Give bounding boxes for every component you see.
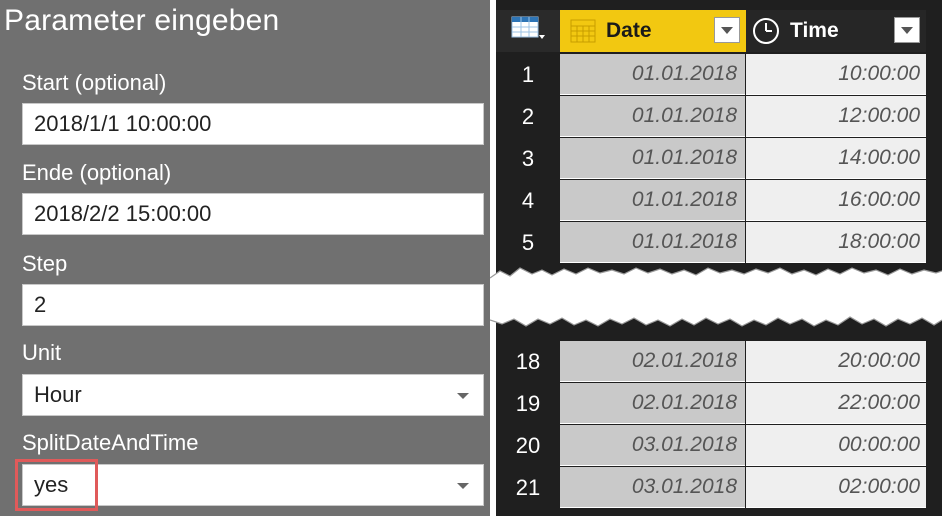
split-value: yes: [34, 472, 69, 497]
column-header-date[interactable]: Date: [560, 10, 746, 52]
time-cell[interactable]: 16:00:00: [746, 180, 926, 221]
filter-dropdown-button[interactable]: [714, 17, 740, 43]
date-cell[interactable]: 01.01.2018: [560, 222, 745, 263]
time-cell[interactable]: 22:00:00: [746, 383, 926, 424]
start-value: 2018/1/1 10:00:00: [34, 111, 212, 136]
row-number: 19: [496, 383, 560, 425]
unit-label: Unit: [22, 340, 62, 365]
split-select[interactable]: yes: [22, 464, 484, 506]
end-input[interactable]: 2018/2/2 15:00:00: [22, 193, 484, 235]
time-cell[interactable]: 18:00:00: [746, 222, 926, 263]
table-menu-button[interactable]: [496, 10, 560, 52]
date-cell[interactable]: 03.01.2018: [560, 425, 745, 466]
column-header-time[interactable]: Time: [746, 10, 926, 52]
row-number: 2: [496, 96, 560, 138]
time-cell[interactable]: 02:00:00: [746, 467, 926, 508]
data-grid: Date Time 1 01.01.2018 10:00:00 2 01.01.…: [496, 0, 942, 516]
date-cell[interactable]: 01.01.2018: [560, 180, 745, 221]
time-cell[interactable]: 20:00:00: [746, 341, 926, 382]
step-input[interactable]: 2: [22, 284, 484, 326]
calendar-icon: [570, 19, 596, 43]
column-title-date: Date: [606, 19, 652, 42]
chevron-down-icon[interactable]: [457, 483, 469, 489]
row-number: 5: [496, 222, 560, 264]
date-cell[interactable]: 02.01.2018: [560, 383, 745, 424]
time-cell[interactable]: 14:00:00: [746, 138, 926, 179]
time-cell[interactable]: 00:00:00: [746, 425, 926, 466]
table-row[interactable]: 21 03.01.2018 02:00:00: [496, 467, 942, 509]
chevron-down-icon: [901, 26, 913, 34]
table-row[interactable]: 4 01.01.2018 16:00:00: [496, 180, 942, 222]
split-label: SplitDateAndTime: [22, 430, 199, 455]
date-cell[interactable]: 01.01.2018: [560, 96, 745, 137]
row-number: 20: [496, 425, 560, 467]
table-row[interactable]: 1 01.01.2018 10:00:00: [496, 54, 942, 96]
row-number: 1: [496, 54, 560, 96]
time-cell[interactable]: 10:00:00: [746, 54, 926, 95]
date-cell[interactable]: 02.01.2018: [560, 341, 745, 382]
parameter-dialog: Parameter eingeben Start (optional) 2018…: [0, 0, 490, 516]
unit-value: Hour: [34, 382, 82, 407]
date-cell[interactable]: 01.01.2018: [560, 54, 745, 95]
date-cell[interactable]: 03.01.2018: [560, 467, 745, 508]
time-cell[interactable]: 12:00:00: [746, 96, 926, 137]
clock-icon: [752, 17, 780, 45]
table-row[interactable]: 3 01.01.2018 14:00:00: [496, 138, 942, 180]
table-row[interactable]: 2 01.01.2018 12:00:00: [496, 96, 942, 138]
row-number: 3: [496, 138, 560, 180]
table-row[interactable]: 19 02.01.2018 22:00:00: [496, 383, 942, 425]
table-icon: [511, 15, 545, 47]
step-label: Step: [22, 251, 68, 276]
end-label: Ende (optional): [22, 160, 172, 185]
row-number: 4: [496, 180, 560, 222]
grid-bottom-edge: [496, 509, 942, 516]
chevron-down-icon[interactable]: [457, 393, 469, 399]
start-label: Start (optional): [22, 70, 167, 95]
end-value: 2018/2/2 15:00:00: [34, 201, 212, 226]
start-input[interactable]: 2018/1/1 10:00:00: [22, 103, 484, 145]
date-cell[interactable]: 01.01.2018: [560, 138, 745, 179]
table-row[interactable]: 18 02.01.2018 20:00:00: [496, 341, 942, 383]
table-row[interactable]: 5 01.01.2018 18:00:00: [496, 222, 942, 264]
column-title-time: Time: [790, 19, 839, 42]
row-number: 18: [496, 341, 560, 383]
filter-dropdown-button[interactable]: [894, 17, 920, 43]
torn-edge-divider: [490, 267, 942, 327]
table-row[interactable]: 20 03.01.2018 00:00:00: [496, 425, 942, 467]
dialog-title: Parameter eingeben: [4, 4, 280, 37]
unit-select[interactable]: Hour: [22, 374, 484, 416]
chevron-down-icon: [721, 26, 733, 34]
row-number: 21: [496, 467, 560, 509]
step-value: 2: [34, 292, 47, 317]
